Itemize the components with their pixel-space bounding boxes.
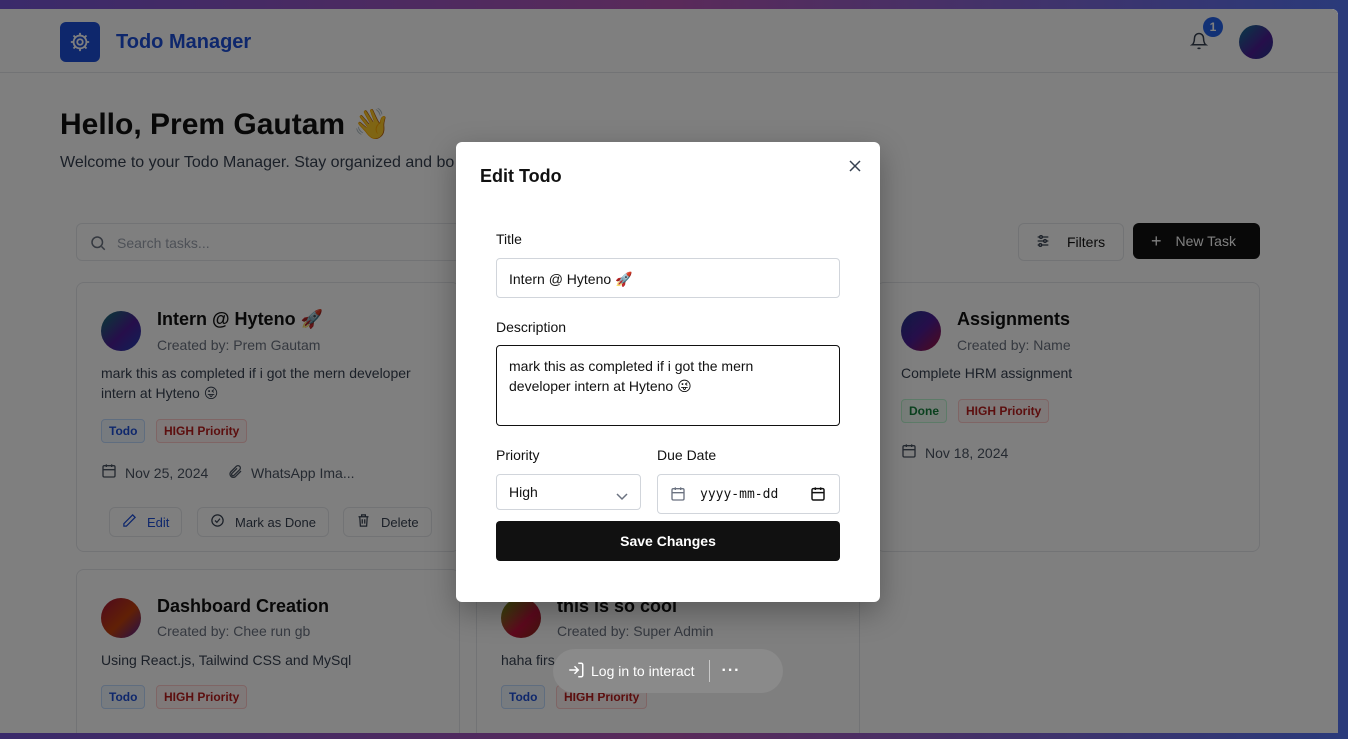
due-date-input[interactable]: yyyy-mm-dd <box>657 474 840 514</box>
more-options-icon[interactable]: ··· <box>722 662 741 680</box>
priority-label: Priority <box>496 447 540 463</box>
close-icon[interactable] <box>848 159 862 173</box>
save-changes-button[interactable]: Save Changes <box>496 521 840 561</box>
priority-select[interactable]: High <box>496 474 641 510</box>
due-date-placeholder: yyyy-mm-dd <box>700 487 779 502</box>
login-prompt[interactable]: Log in to interact ··· <box>553 649 783 693</box>
description-line: developer intern at Hyteno 😜 <box>509 378 692 394</box>
title-label: Title <box>496 231 522 247</box>
title-input-value: Intern @ Hyteno 🚀 <box>509 271 633 287</box>
date-picker-icon[interactable] <box>810 486 826 505</box>
chevron-down-icon <box>616 488 628 504</box>
title-input[interactable]: Intern @ Hyteno 🚀 <box>496 258 840 298</box>
due-date-label: Due Date <box>657 447 717 463</box>
calendar-icon <box>670 486 686 505</box>
description-line: mark this as completed if i got the mern <box>509 358 754 374</box>
app-window: Todo Manager 1 Hello, Prem Gautam 👋 Welc… <box>0 9 1338 733</box>
dialog-title: Edit Todo <box>480 166 562 186</box>
login-label: Log in to interact <box>591 663 695 679</box>
description-textarea[interactable]: mark this as completed if i got the mern… <box>496 345 840 426</box>
priority-value: High <box>509 484 538 500</box>
edit-todo-dialog: Edit Todo Title Intern @ Hyteno 🚀 Descri… <box>456 142 880 602</box>
login-icon <box>567 661 585 682</box>
divider <box>708 660 710 682</box>
description-label: Description <box>496 319 567 335</box>
